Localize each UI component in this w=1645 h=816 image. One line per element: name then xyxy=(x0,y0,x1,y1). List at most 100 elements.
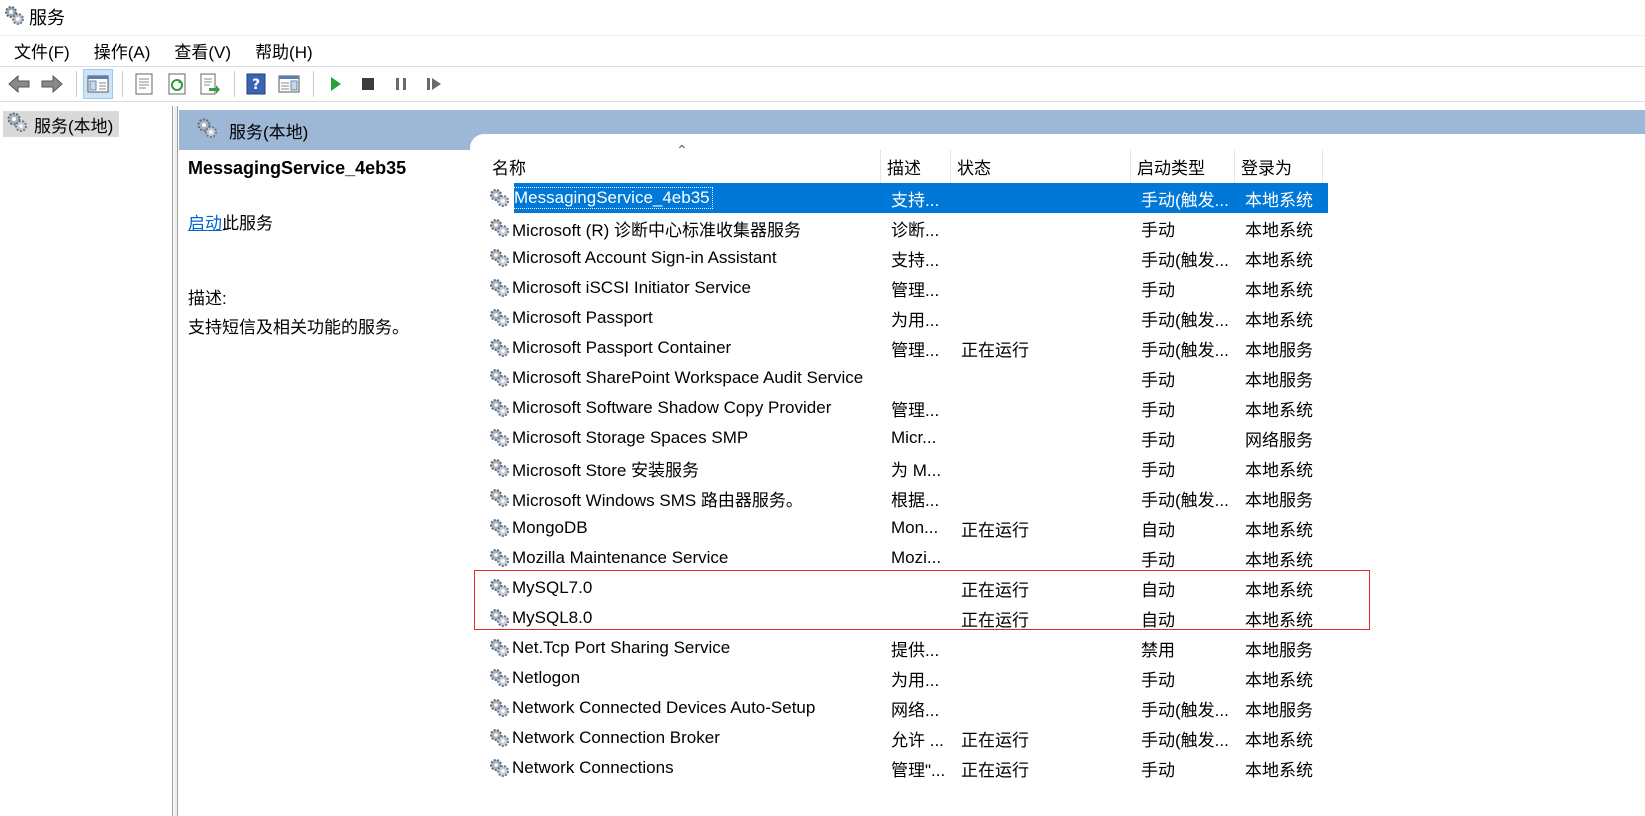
service-name-cell[interactable]: MySQL7.0 xyxy=(486,573,881,603)
column-header-startup-type[interactable]: 启动类型 xyxy=(1131,150,1235,183)
service-row[interactable]: Microsoft Account Sign-in Assistant 支持...… xyxy=(486,243,1366,273)
service-name-cell[interactable]: Network Connections xyxy=(486,753,881,783)
column-header-status[interactable]: 状态 xyxy=(951,150,1131,183)
service-log-on-as: 本地系统 xyxy=(1245,580,1313,600)
service-name-cell[interactable]: MessagingService_4eb35 xyxy=(486,183,881,213)
service-name-cell[interactable]: MongoDB xyxy=(486,513,881,543)
service-gear-icon xyxy=(488,367,510,389)
service-description: 提供... xyxy=(891,640,940,660)
menu-action[interactable]: 操作(A) xyxy=(82,38,163,63)
pane-splitter[interactable] xyxy=(174,106,178,816)
refresh-button[interactable] xyxy=(162,69,192,99)
service-row[interactable]: Net.Tcp Port Sharing Service 提供... 禁用 本地服务 xyxy=(486,633,1366,663)
service-action: 启动此服务 xyxy=(188,209,468,234)
service-row[interactable]: Netlogon 为用... 手动 本地系统 xyxy=(486,663,1366,693)
service-log-on-as: 本地系统 xyxy=(1245,550,1313,570)
service-status xyxy=(961,543,1131,573)
service-name-cell[interactable]: Net.Tcp Port Sharing Service xyxy=(486,633,881,663)
service-name-cell[interactable]: Microsoft Windows SMS 路由器服务。 xyxy=(486,483,881,513)
service-row[interactable]: Network Connections 管理"... 正在运行 手动 本地系统 xyxy=(486,753,1366,783)
service-name-cell[interactable]: Microsoft Passport xyxy=(486,303,881,333)
service-gear-icon xyxy=(488,187,510,209)
show-action-pane-icon xyxy=(278,75,300,93)
service-row[interactable]: Microsoft Store 安装服务 为 M... 手动 本地系统 xyxy=(486,453,1366,483)
service-name-cell[interactable]: Microsoft Storage Spaces SMP xyxy=(486,423,881,453)
service-row[interactable]: Microsoft iSCSI Initiator Service 管理... 手动… xyxy=(486,273,1366,303)
start-service-link[interactable]: 启动 xyxy=(188,214,222,233)
service-row[interactable]: Microsoft (R) 诊断中心标准收集器服务 诊断... 手动 本地系统 xyxy=(486,213,1366,243)
service-name-cell[interactable]: Network Connected Devices Auto-Setup xyxy=(486,693,881,723)
service-row[interactable]: Microsoft Passport 为用... 手动(触发... 本地系统 xyxy=(486,303,1366,333)
service-log-on-as: 本地系统 xyxy=(1245,400,1313,420)
service-log-on-as: 网络服务 xyxy=(1245,430,1313,450)
service-row[interactable]: Network Connected Devices Auto-Setup 网络..… xyxy=(486,693,1366,723)
service-row[interactable]: MySQL8.0 正在运行 自动 本地系统 xyxy=(486,603,1366,633)
properties-button[interactable] xyxy=(129,69,159,99)
service-status xyxy=(961,243,1131,273)
pause-service-button[interactable] xyxy=(386,69,416,99)
service-row[interactable]: Mozilla Maintenance Service Mozi... 手动 本地系统 xyxy=(486,543,1366,573)
service-status xyxy=(961,363,1131,393)
service-row[interactable]: Microsoft Software Shadow Copy Provider 管… xyxy=(486,393,1366,423)
show-hide-console-tree-button[interactable] xyxy=(83,69,113,99)
stop-service-button[interactable] xyxy=(353,69,383,99)
menu-view[interactable]: 查看(V) xyxy=(162,38,243,63)
column-header-log-on-as[interactable]: 登录为 xyxy=(1235,150,1323,183)
service-detail-panel: MessagingService_4eb35 启动此服务 描述: 支持短信及相关… xyxy=(188,158,468,338)
export-list-button[interactable] xyxy=(195,69,225,99)
tree-item-services-local[interactable]: 服务(本地) xyxy=(3,111,120,137)
export-list-icon xyxy=(200,73,220,95)
toolbar-separator xyxy=(122,71,123,97)
service-description xyxy=(891,603,951,633)
service-name-cell[interactable]: MySQL8.0 xyxy=(486,603,881,633)
service-log-on-as: 本地系统 xyxy=(1245,760,1313,780)
service-row[interactable]: MySQL7.0 正在运行 自动 本地系统 xyxy=(486,573,1366,603)
pane-header-title: 服务(本地) xyxy=(229,122,309,142)
service-description xyxy=(891,363,951,393)
forward-button[interactable] xyxy=(37,69,67,99)
restart-service-button[interactable] xyxy=(419,69,449,99)
service-startup-type: 禁用 xyxy=(1141,640,1175,660)
show-action-pane-button[interactable] xyxy=(274,69,304,99)
service-description: 诊断... xyxy=(891,220,940,240)
services-gear-icon xyxy=(195,117,219,144)
service-row[interactable]: Microsoft Windows SMS 路由器服务。 根据... 手动(触发..… xyxy=(486,483,1366,513)
service-name: MongoDB xyxy=(512,518,588,537)
service-name-cell[interactable]: Microsoft iSCSI Initiator Service xyxy=(486,273,881,303)
column-header-description[interactable]: 描述 xyxy=(881,150,951,183)
service-row[interactable]: Network Connection Broker 允许 ... 正在运行 手动(触发… xyxy=(486,723,1366,753)
service-row[interactable]: MessagingService_4eb35 支持... 手动(触发... 本地系统 xyxy=(486,183,1366,213)
service-name-cell[interactable]: Microsoft (R) 诊断中心标准收集器服务 xyxy=(486,213,881,243)
service-name-cell[interactable]: Mozilla Maintenance Service xyxy=(486,543,881,573)
service-name: Mozilla Maintenance Service xyxy=(512,548,729,567)
service-name-cell[interactable]: Netlogon xyxy=(486,663,881,693)
service-row[interactable]: MongoDB Mon... 正在运行 自动 本地系统 xyxy=(486,513,1366,543)
service-startup-type: 手动(触发... xyxy=(1141,250,1229,270)
service-status xyxy=(961,183,1131,213)
toolbar-separator xyxy=(313,71,314,97)
service-row[interactable]: Microsoft SharePoint Workspace Audit Ser… xyxy=(486,363,1366,393)
service-log-on-as: 本地服务 xyxy=(1245,700,1313,720)
service-name-cell[interactable]: Microsoft Store 安装服务 xyxy=(486,453,881,483)
service-status xyxy=(961,393,1131,423)
column-header-name[interactable]: ⌃ 名称 xyxy=(486,142,881,183)
start-service-button[interactable] xyxy=(320,69,350,99)
service-name: Microsoft Software Shadow Copy Provider xyxy=(512,398,832,417)
back-button[interactable] xyxy=(4,69,34,99)
service-name-cell[interactable]: Network Connection Broker xyxy=(486,723,881,753)
service-name: Microsoft Store 安装服务 xyxy=(512,460,700,480)
service-name-cell[interactable]: Microsoft SharePoint Workspace Audit Ser… xyxy=(486,363,881,393)
service-name-cell[interactable]: Microsoft Software Shadow Copy Provider xyxy=(486,393,881,423)
service-startup-type: 手动(触发... xyxy=(1141,490,1229,510)
service-name-cell[interactable]: Microsoft Account Sign-in Assistant xyxy=(486,243,881,273)
service-row[interactable]: Microsoft Storage Spaces SMP Micr... 手动 网络服… xyxy=(486,423,1366,453)
menu-help[interactable]: 帮助(H) xyxy=(243,38,325,63)
service-gear-icon xyxy=(488,547,510,569)
service-name-cell[interactable]: Microsoft Passport Container xyxy=(486,333,881,363)
console-tree: 服务(本地) xyxy=(0,106,173,816)
service-description: 根据... xyxy=(891,490,940,510)
menu-file[interactable]: 文件(F) xyxy=(0,38,82,63)
help-button[interactable]: ? xyxy=(241,69,271,99)
description-text: 支持短信及相关功能的服务。 xyxy=(188,318,409,337)
service-row[interactable]: Microsoft Passport Container 管理... 正在运行 手动(… xyxy=(486,333,1366,363)
